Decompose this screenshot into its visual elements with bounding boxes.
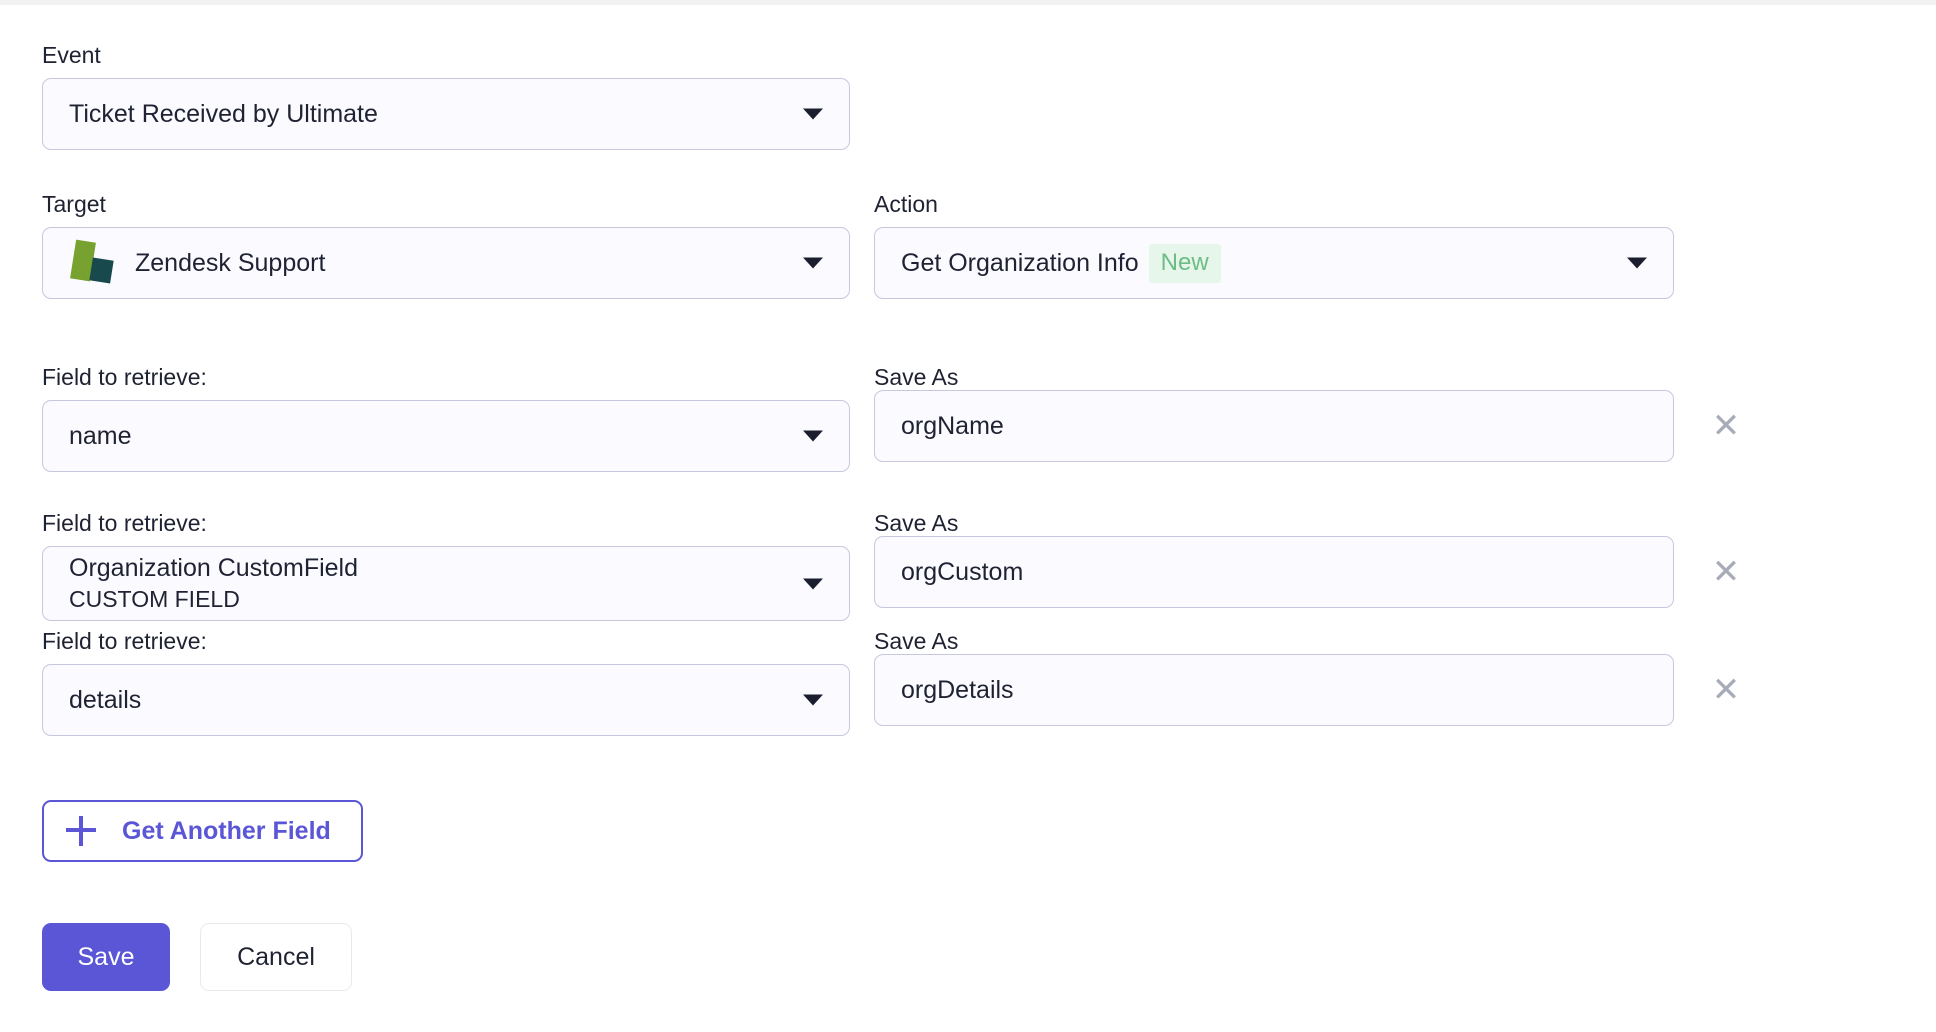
plus-icon: [66, 816, 96, 846]
get-another-field-label: Get Another Field: [122, 816, 331, 845]
save-as-label: Save As: [874, 364, 959, 390]
save-as-value: orgDetails: [901, 675, 1014, 704]
field-to-retrieve-value: Organization CustomField: [69, 553, 359, 582]
chevron-down-icon: [1627, 257, 1647, 269]
action-select[interactable]: Get Organization Info New: [874, 227, 1674, 299]
save-as-value: orgName: [901, 411, 1004, 440]
remove-field-button[interactable]: ✕: [1707, 407, 1745, 445]
action-label: Action: [874, 191, 938, 217]
event-label: Event: [42, 42, 101, 68]
chevron-down-icon: [803, 578, 823, 589]
field-to-retrieve-label: Field to retrieve:: [42, 510, 207, 536]
field-to-retrieve-value: details: [69, 685, 142, 714]
chevron-down-icon: [803, 108, 823, 120]
status-badge: New: [1148, 243, 1221, 283]
remove-field-button[interactable]: ✕: [1707, 553, 1745, 591]
remove-field-button[interactable]: ✕: [1707, 671, 1745, 709]
field-to-retrieve-select[interactable]: Organization CustomField CUSTOM FIELD: [42, 546, 850, 621]
field-to-retrieve-value: name: [69, 421, 132, 450]
field-to-retrieve-select[interactable]: details: [42, 664, 850, 736]
save-as-value: orgCustom: [901, 557, 1024, 586]
zendesk-logo-dark-shape: [89, 257, 114, 284]
target-select[interactable]: Zendesk Support: [42, 227, 850, 299]
action-select-value: Get Organization Info: [901, 248, 1139, 277]
chevron-down-icon: [803, 257, 823, 269]
get-another-field-button[interactable]: Get Another Field: [42, 800, 363, 862]
cancel-button[interactable]: Cancel: [200, 923, 352, 991]
save-as-input[interactable]: orgDetails: [874, 654, 1674, 726]
field-to-retrieve-select[interactable]: name: [42, 400, 850, 472]
save-as-label: Save As: [874, 510, 959, 536]
event-select-value: Ticket Received by Ultimate: [69, 99, 378, 128]
chevron-down-icon: [803, 694, 823, 706]
target-select-value: Zendesk Support: [135, 248, 326, 277]
save-as-label: Save As: [874, 628, 959, 654]
field-to-retrieve-label: Field to retrieve:: [42, 364, 207, 390]
save-button[interactable]: Save: [42, 923, 170, 991]
chevron-down-icon: [803, 430, 823, 442]
field-to-retrieve-subvalue: CUSTOM FIELD: [69, 585, 240, 612]
event-select[interactable]: Ticket Received by Ultimate: [42, 78, 850, 150]
field-to-retrieve-label: Field to retrieve:: [42, 628, 207, 654]
target-label: Target: [42, 191, 106, 217]
save-as-input[interactable]: orgCustom: [874, 536, 1674, 608]
save-as-input[interactable]: orgName: [874, 390, 1674, 462]
automation-rule-form: Event Ticket Received by Ultimate Target…: [0, 5, 1936, 1032]
zendesk-logo-icon: [69, 239, 114, 286]
